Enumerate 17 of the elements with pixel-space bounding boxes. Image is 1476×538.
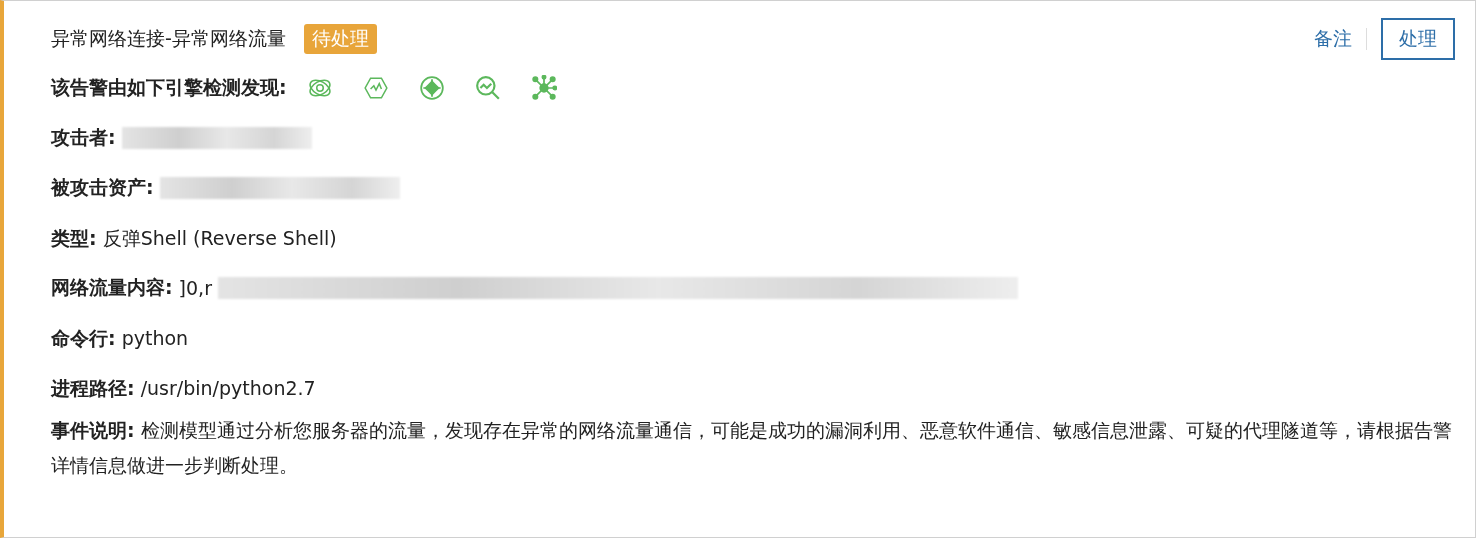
status-badge: 待处理 <box>303 24 377 54</box>
field-label: 攻击者: <box>51 125 116 150</box>
note-link[interactable]: 备注 <box>1314 26 1352 52</box>
detail-text: 类型: 反弹Shell (Reverse Shell) <box>51 225 337 251</box>
detail-text: 进程路径: /usr/bin/python2.7 <box>51 375 316 401</box>
hexagon-pulse-icon <box>362 75 389 101</box>
detail-text: 命令行: python <box>51 325 189 351</box>
field-label: 网络流量内容: <box>51 275 173 300</box>
detail-text: 事件说明: 检测模型通过分析您服务器的流量，发现存在异常的网络流量通信，可能是成功的漏洞利用、恶意软件通信、敏感信息泄露、可疑的代理隧道等，请根据告警详情信息做进一步判断处理。 <box>51 418 1453 478</box>
field-value: ]0,r <box>178 277 212 299</box>
alert-title: 异常网络连接-异常网络流量 <box>51 26 286 51</box>
handle-button[interactable]: 处理 <box>1381 18 1455 60</box>
network-node-icon <box>530 75 557 101</box>
compass-icon <box>418 75 445 101</box>
magnifier-chart-icon <box>474 75 501 101</box>
engines-label: 该告警由如下引擎检测发现: <box>51 75 287 100</box>
field-label: 被攻击资产: <box>51 175 154 200</box>
